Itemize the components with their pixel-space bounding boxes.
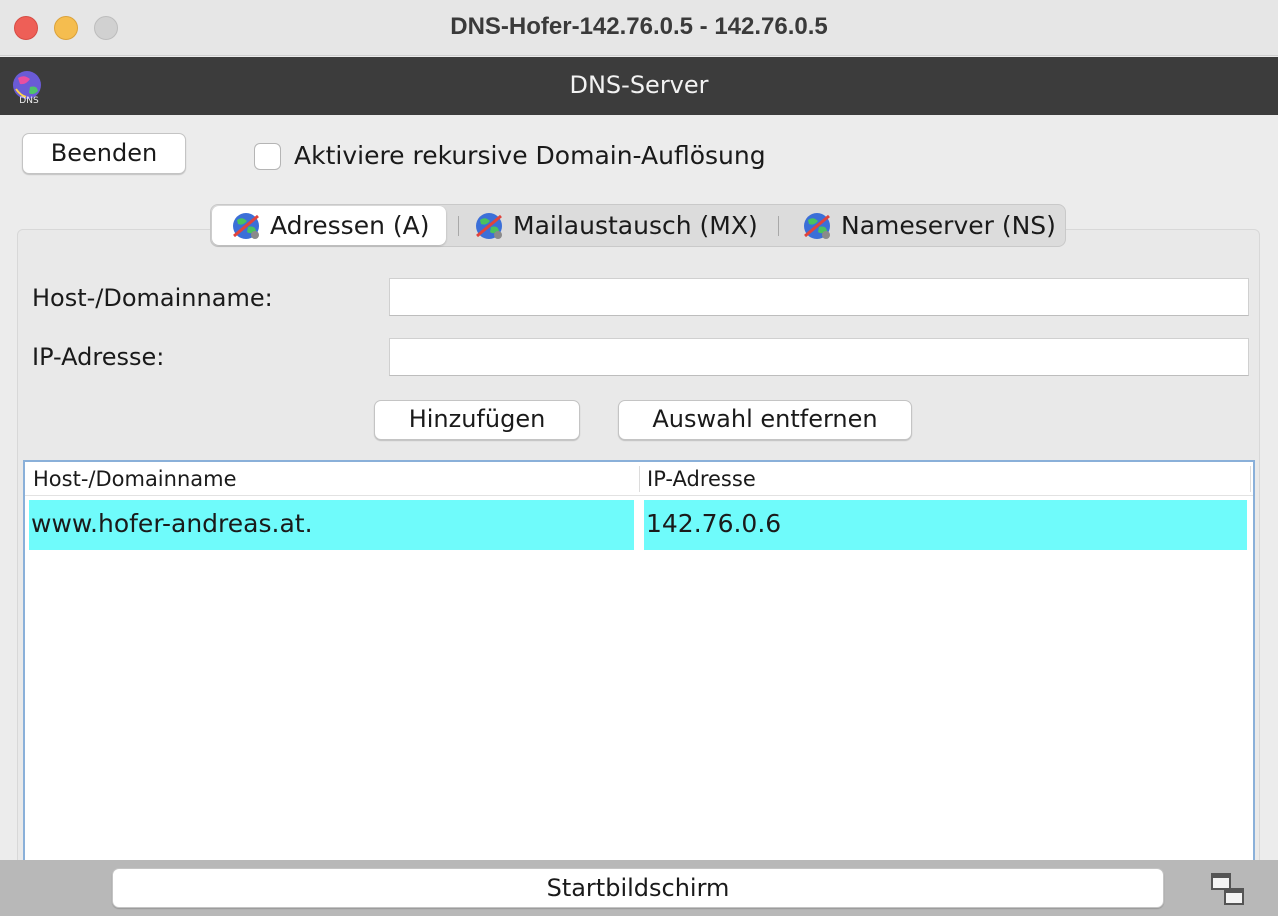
host-label: Host-/Domainname: — [32, 284, 273, 312]
globe-network-icon — [233, 212, 259, 239]
tab-mail-exchange[interactable]: Mailaustausch (MX) — [473, 205, 773, 246]
tab-bar: Adressen (A) Mailaustausch (MX) Nameserv… — [210, 204, 1066, 247]
app-header: DNS DNS-Server — [0, 57, 1278, 115]
tab-addresses-label: Adressen (A) — [270, 211, 430, 240]
column-separator[interactable] — [1250, 466, 1251, 492]
tab-nameserver[interactable]: Nameserver (NS) — [801, 205, 1061, 246]
cell-host[interactable]: www.hofer-andreas.at. — [29, 500, 634, 550]
ip-input[interactable] — [389, 338, 1249, 376]
tab-mail-exchange-label: Mailaustausch (MX) — [513, 211, 758, 240]
ip-label: IP-Adresse: — [32, 343, 165, 371]
table-row[interactable]: www.hofer-andreas.at. 142.76.0.6 — [29, 500, 1249, 552]
column-separator[interactable] — [639, 466, 640, 492]
recursive-resolution-label: Aktiviere rekursive Domain-Auflösung — [294, 141, 766, 170]
window-title: DNS-Hofer-142.76.0.5 - 142.76.0.5 — [450, 13, 828, 40]
window-title-bar: DNS-Hofer-142.76.0.5 - 142.76.0.5 — [0, 0, 1278, 56]
tab-separator — [458, 216, 459, 236]
table-header: Host-/Domainname IP-Adresse — [25, 462, 1253, 496]
cell-ip[interactable]: 142.76.0.6 — [644, 500, 1247, 550]
add-button[interactable]: Hinzufügen — [374, 400, 580, 440]
tab-nameserver-label: Nameserver (NS) — [841, 211, 1056, 240]
column-header-ip[interactable]: IP-Adresse — [647, 467, 756, 491]
tab-addresses[interactable]: Adressen (A) — [212, 206, 446, 245]
recursive-resolution-checkbox[interactable] — [254, 143, 281, 170]
remove-selection-button[interactable]: Auswahl entfernen — [618, 400, 912, 440]
records-table[interactable]: Host-/Domainname IP-Adresse www.hofer-an… — [23, 460, 1255, 862]
globe-network-icon — [804, 212, 830, 239]
quit-button[interactable]: Beenden — [22, 133, 186, 174]
globe-network-icon — [476, 212, 502, 239]
windows-overlap-icon[interactable] — [1210, 872, 1246, 908]
host-input[interactable] — [389, 278, 1249, 316]
tab-separator — [778, 216, 779, 236]
column-header-host[interactable]: Host-/Domainname — [33, 467, 237, 491]
app-title: DNS-Server — [569, 71, 709, 99]
home-screen-button[interactable]: Startbildschirm — [112, 868, 1164, 908]
